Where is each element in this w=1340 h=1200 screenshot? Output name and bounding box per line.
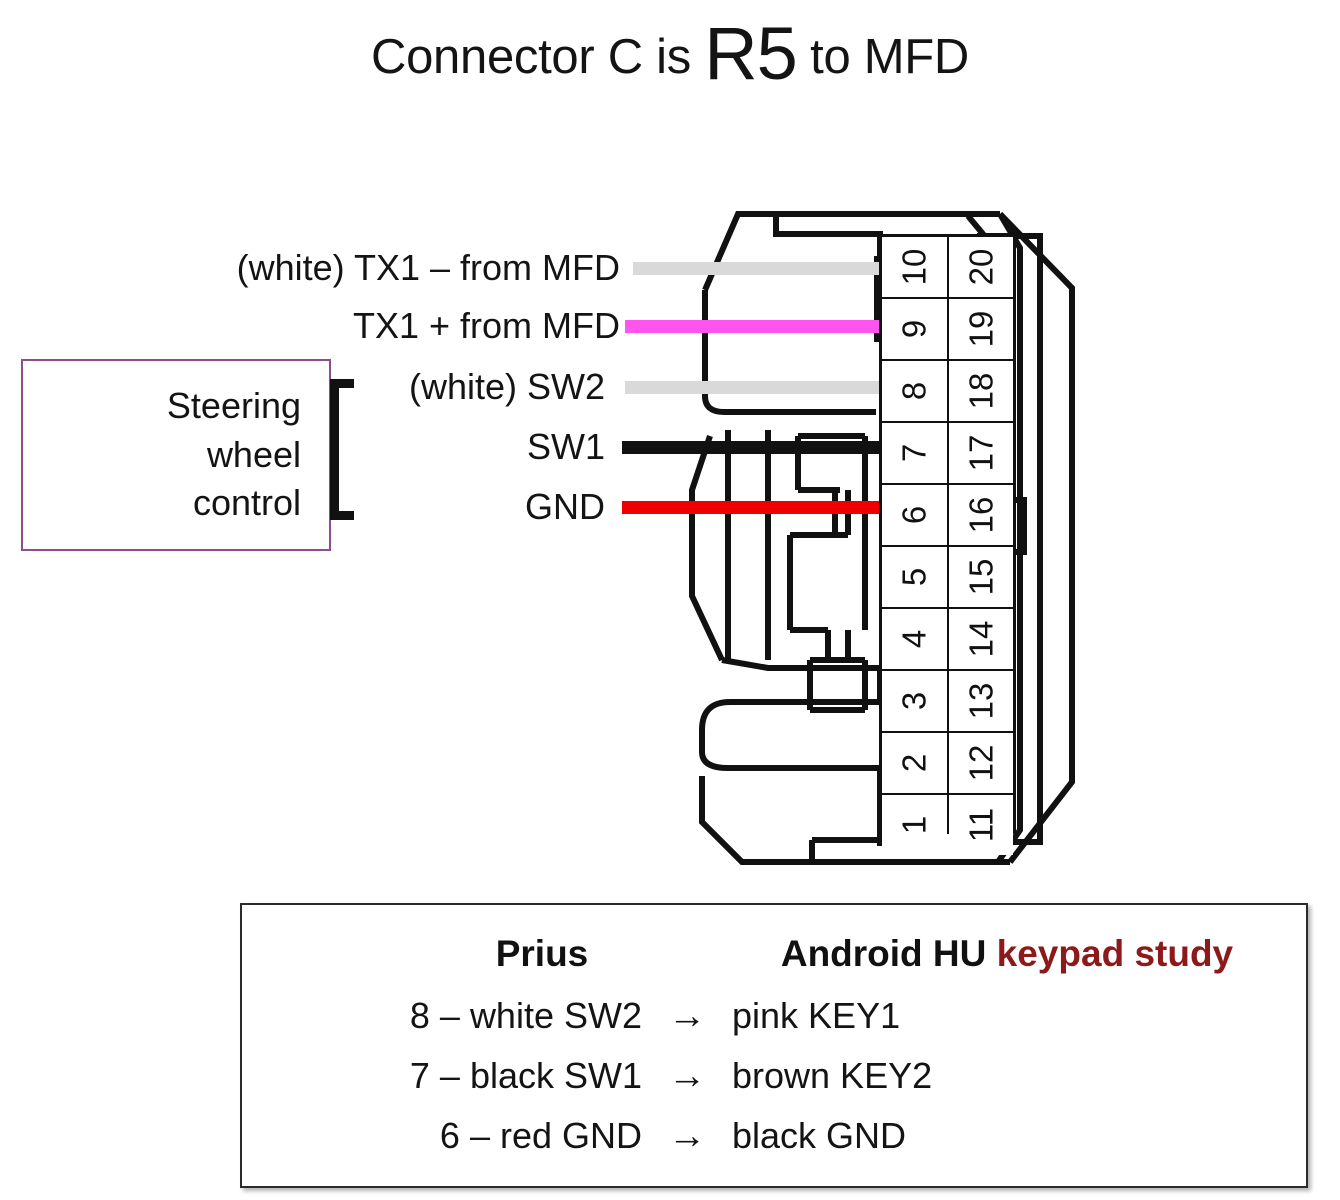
mapping-legend-box: Prius Android HU keypad study 8 – white … [240, 903, 1308, 1188]
pin-number: 8 [895, 381, 933, 401]
pin-number: 6 [895, 505, 933, 525]
steering-wheel-control-label: Steering wheel control [166, 385, 301, 524]
pin-cell[interactable]: 12 [948, 733, 1013, 793]
pin-cell[interactable]: 6 [882, 485, 947, 545]
connector-pin-grid: 10 20 9 19 8 18 7 17 6 16 5 15 4 14 3 13… [879, 234, 1016, 855]
pin-cell[interactable]: 18 [948, 361, 1013, 421]
pin-number: 5 [895, 567, 933, 587]
wire-tx1-plus [625, 320, 896, 333]
pin-cell[interactable]: 11 [948, 795, 1013, 855]
pin-number: 20 [962, 248, 1000, 286]
legend-row: 7 – black SW1 → brown KEY2 [242, 1055, 1306, 1113]
title-prefix: Connector C is [371, 30, 705, 84]
wire-sw1 [622, 441, 896, 454]
wire-sw2 [625, 381, 896, 394]
wire-label-tx1-minus: (white) TX1 – from MFD [236, 247, 620, 288]
pin-number: 11 [962, 807, 1000, 843]
legend-header-prius: Prius [495, 933, 589, 974]
legend-header-row: Prius Android HU keypad study [242, 933, 1306, 979]
legend-row-left: 7 – black SW1 [409, 1055, 642, 1096]
pin-number: 1 [895, 815, 933, 835]
pin-number: 17 [962, 434, 1000, 472]
title-suffix: to MFD [796, 30, 969, 84]
pin-number: 12 [962, 744, 1000, 782]
pin-number: 16 [962, 496, 1000, 534]
legend-row: 8 – white SW2 → pink KEY1 [242, 995, 1306, 1053]
legend-row-left: 6 – red GND [439, 1115, 642, 1156]
pin-number: 18 [962, 372, 1000, 410]
pin-number: 7 [895, 443, 933, 463]
pin-cell[interactable]: 20 [948, 237, 1013, 297]
title-emphasis: R5 [704, 12, 798, 95]
arrow-right-icon: → [668, 995, 706, 1037]
pin-cell[interactable]: 14 [948, 609, 1013, 669]
pin-cell[interactable]: 13 [948, 671, 1013, 731]
pin-cell[interactable]: 1 [882, 795, 947, 855]
pin-cell[interactable]: 3 [882, 671, 947, 731]
wire-gnd [622, 501, 896, 514]
pin-cell[interactable]: 5 [882, 547, 947, 607]
wire-tx1-minus [633, 262, 896, 275]
legend-row-right: pink KEY1 [732, 995, 901, 1036]
pin-cell[interactable]: 19 [948, 299, 1013, 359]
pin-cell[interactable]: 2 [882, 733, 947, 793]
pin-number: 13 [962, 682, 1000, 720]
steering-wheel-control-box: Steering wheel control [21, 359, 331, 551]
arrow-right-icon: → [668, 1115, 706, 1157]
legend-row: 6 – red GND → black GND [242, 1115, 1306, 1173]
legend-row-left: 8 – white SW2 [409, 995, 642, 1036]
legend-header-android-plain: Android HU [780, 933, 997, 974]
pin-cell[interactable]: 8 [882, 361, 947, 421]
legend-row-right: brown KEY2 [732, 1055, 933, 1096]
housing-lower-left-curve [699, 699, 731, 752]
wire-label-tx1-plus: TX1 + from MFD [352, 305, 620, 346]
pin-cell[interactable]: 15 [948, 547, 1013, 607]
pin-cell[interactable]: 17 [948, 423, 1013, 483]
pin-cell[interactable]: 16 [948, 485, 1013, 545]
pin-number: 10 [895, 248, 933, 286]
steering-wheel-control-bracket [330, 379, 354, 520]
pin-number: 15 [962, 558, 1000, 596]
arrow-right-icon: → [668, 1055, 706, 1097]
housing-outline-left-shoulder [702, 395, 876, 415]
pin-number: 4 [895, 629, 933, 649]
pin-cell[interactable]: 9 [882, 299, 947, 359]
pin-cell[interactable]: 10 [882, 237, 947, 297]
pin-cell[interactable]: 4 [882, 609, 947, 669]
pin-number: 19 [962, 310, 1000, 348]
housing-lower-left-shoulder [699, 751, 880, 771]
diagram-canvas: Connector C is R5 to MFD (white) TX1 – f… [0, 0, 1340, 1200]
legend-header-android-accent: keypad study [996, 933, 1234, 974]
pin-number: 3 [895, 691, 933, 711]
housing-left-diagonal-rib [689, 435, 725, 662]
pin-cell[interactable]: 7 [882, 423, 947, 483]
pin-number: 2 [895, 753, 933, 773]
pin-number: 14 [962, 620, 1000, 658]
page-title: Connector C is R5 to MFD [0, 17, 1340, 91]
legend-header-android: Android HU keypad study [712, 933, 1302, 975]
pin-number: 9 [895, 319, 933, 339]
housing-inner-tab-upper [773, 214, 883, 286]
legend-row-right: black GND [732, 1115, 907, 1156]
housing-lower-step [721, 657, 883, 705]
